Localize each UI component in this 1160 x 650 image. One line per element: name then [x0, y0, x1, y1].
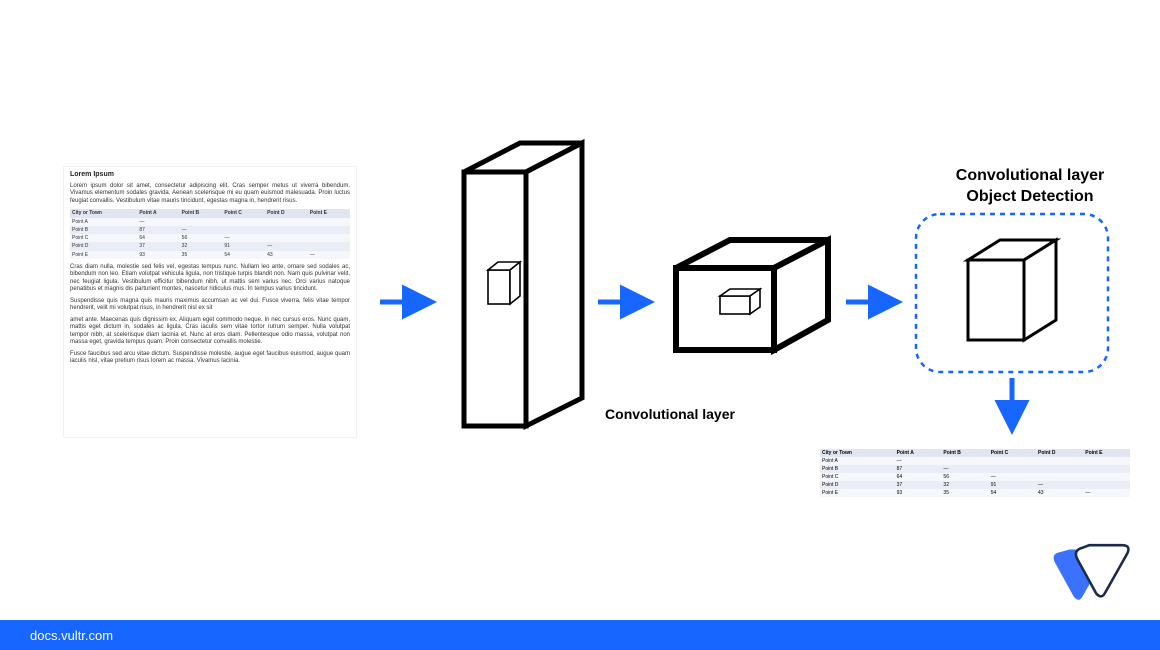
td — [308, 234, 350, 242]
td: 64 — [137, 234, 179, 242]
detection-container — [916, 214, 1108, 372]
td: Point A — [70, 218, 137, 226]
th: Point E — [1083, 449, 1130, 457]
td — [265, 226, 308, 234]
footer-text: docs.vultr.com — [30, 628, 113, 643]
label-line-1: Convolutional layer — [956, 167, 1104, 184]
td — [1036, 457, 1083, 465]
th: Point D — [1036, 449, 1083, 457]
td: — — [137, 218, 179, 226]
doc-para-3: Suspendisse quis magna quis mauris maxim… — [70, 298, 350, 313]
td: 43 — [1036, 489, 1083, 497]
td — [1083, 481, 1130, 489]
td — [308, 242, 350, 250]
td — [265, 218, 308, 226]
doc-title: Lorem Ipsum — [70, 171, 350, 180]
td — [1036, 473, 1083, 481]
output-table-wrap: City or Town Point A Point B Point C Poi… — [820, 446, 1130, 502]
cuboid-small — [968, 240, 1056, 340]
label-object-detection: Convolutional layer Object Detection — [920, 166, 1140, 208]
td: Point A — [820, 457, 895, 465]
td — [308, 218, 350, 226]
td: Point E — [820, 489, 895, 497]
td — [1036, 465, 1083, 473]
td — [222, 218, 265, 226]
td: 91 — [989, 481, 1036, 489]
td: Point B — [820, 465, 895, 473]
td: — — [1036, 481, 1083, 489]
td: Point B — [70, 226, 137, 234]
td — [1083, 473, 1130, 481]
td: 87 — [137, 226, 179, 234]
td — [308, 226, 350, 234]
doc-para-5: Fusce faucibus sed arcu vitae dictum. Su… — [70, 351, 350, 366]
td — [1083, 465, 1130, 473]
doc-table: City or Town Point A Point B Point C Poi… — [70, 209, 350, 259]
th: Point E — [308, 209, 350, 217]
label-convolutional-layer: Convolutional layer — [560, 406, 780, 422]
output-table-body: Point A—Point B87—Point C6456—Point D373… — [820, 457, 1130, 497]
td: 87 — [895, 465, 942, 473]
td: — — [1083, 489, 1130, 497]
td: 54 — [989, 489, 1036, 497]
td: Point D — [70, 242, 137, 250]
td: 32 — [180, 242, 223, 250]
td: 56 — [941, 473, 988, 481]
th: Point A — [137, 209, 179, 217]
td: Point C — [70, 234, 137, 242]
th: Point C — [222, 209, 265, 217]
td: 32 — [941, 481, 988, 489]
td: 93 — [137, 251, 179, 259]
td: 54 — [222, 251, 265, 259]
doc-para-1: Lorem ipsum dolor sit amet, consectetur … — [70, 183, 350, 206]
input-document: Lorem Ipsum Lorem ipsum dolor sit amet, … — [64, 167, 356, 437]
td: Point E — [70, 251, 137, 259]
td — [941, 457, 988, 465]
td — [222, 226, 265, 234]
doc-para-2: Cras diam nulla, molestie sed felis vel,… — [70, 264, 350, 294]
th: Point A — [895, 449, 942, 457]
doc-table-body: Point A—Point B87—Point C6456—Point D373… — [70, 218, 350, 259]
td: 64 — [895, 473, 942, 481]
td: 43 — [265, 251, 308, 259]
td: 35 — [941, 489, 988, 497]
td — [180, 218, 223, 226]
th: Point B — [180, 209, 223, 217]
th: City or Town — [820, 449, 895, 457]
doc-para-4: amet ante. Maecenas quis dignissim ex. A… — [70, 317, 350, 347]
td: 56 — [180, 234, 223, 242]
footer-bar: docs.vultr.com — [0, 620, 1160, 650]
output-table: City or Town Point A Point B Point C Poi… — [820, 449, 1130, 497]
th: Point B — [941, 449, 988, 457]
td: — — [222, 234, 265, 242]
td: 91 — [222, 242, 265, 250]
td — [1083, 457, 1130, 465]
th: Point C — [989, 449, 1036, 457]
cuboid-medium — [676, 240, 828, 350]
td: 35 — [180, 251, 223, 259]
label-line-2: Object Detection — [966, 188, 1093, 205]
th: City or Town — [70, 209, 137, 217]
td: — — [895, 457, 942, 465]
td: 93 — [895, 489, 942, 497]
cuboid-large — [464, 143, 582, 426]
td: Point D — [820, 481, 895, 489]
th: Point D — [265, 209, 308, 217]
td — [265, 234, 308, 242]
td: — — [265, 242, 308, 250]
td: — — [941, 465, 988, 473]
td: 37 — [895, 481, 942, 489]
td: — — [989, 473, 1036, 481]
td: 37 — [137, 242, 179, 250]
vultr-logo-icon — [1048, 536, 1134, 606]
td — [989, 457, 1036, 465]
td: — — [308, 251, 350, 259]
td: — — [180, 226, 223, 234]
td: Point C — [820, 473, 895, 481]
td — [989, 465, 1036, 473]
